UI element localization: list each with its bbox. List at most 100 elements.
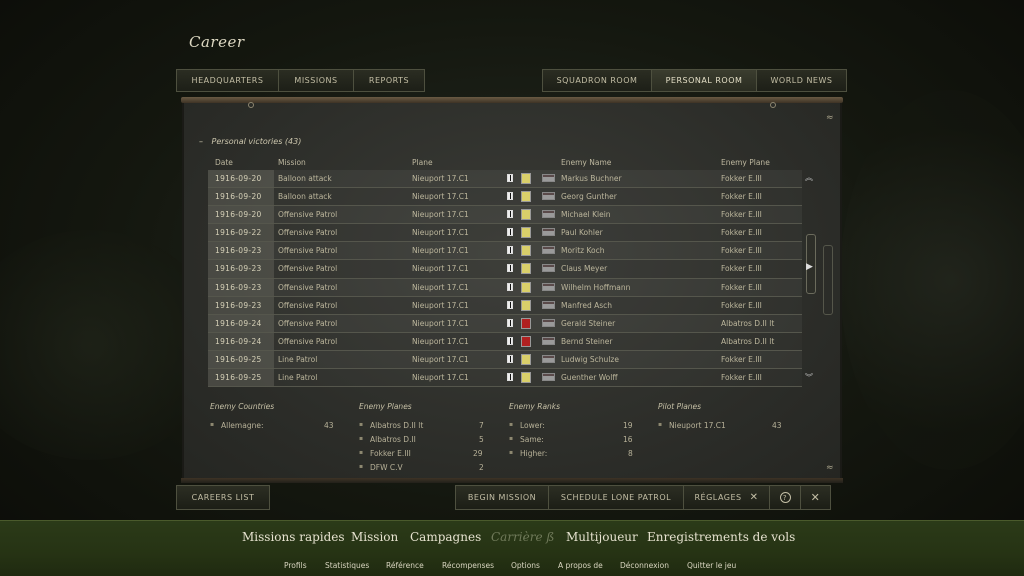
cell-date: 1916-09-24 bbox=[208, 314, 274, 332]
cell-enemy-name: Markus Buchner bbox=[561, 174, 622, 183]
nav-missions-rapides[interactable]: Missions rapides bbox=[242, 530, 345, 544]
victories-table: 1916-09-20 Balloon attack Nieuport 17.C1 Ma… bbox=[208, 170, 802, 388]
cell-plane: Nieuport 17.C1 bbox=[412, 228, 469, 238]
table-row[interactable]: 1916-09-23 Offensive Patrol Nieuport 17.C1… bbox=[208, 242, 802, 261]
cell-date: 1916-09-25 bbox=[208, 369, 274, 387]
table-row[interactable]: 1916-09-24 Offensive Patrol Nieuport 17.C1… bbox=[208, 332, 802, 351]
schedule-lone-patrol-button[interactable]: SCHEDULE LONE PATROL bbox=[548, 485, 684, 510]
column-enemy-plane[interactable]: Enemy Plane bbox=[721, 158, 770, 167]
cell-enemy-name: Guenther Wolff bbox=[561, 373, 618, 383]
close-button[interactable]: ✕ bbox=[800, 485, 831, 510]
cell-plane: Nieuport 17.C1 bbox=[412, 318, 469, 328]
expand-arrow-icon[interactable]: ▶ bbox=[806, 262, 813, 272]
table-row[interactable]: 1916-09-20 Balloon attack Nieuport 17.C1 Ma… bbox=[208, 170, 802, 189]
column-mission[interactable]: Mission bbox=[278, 158, 306, 167]
cell-enemy-plane: Fokker E.III bbox=[721, 192, 762, 202]
subnav-a-propos[interactable]: A propos de bbox=[558, 561, 603, 570]
cell-enemy-plane: Fokker E.III bbox=[721, 300, 762, 310]
scroll-down-icon[interactable]: ︾ bbox=[805, 372, 813, 383]
service-flag-icon bbox=[507, 318, 513, 327]
stats-item: Lower:19 bbox=[509, 421, 635, 435]
settings-button[interactable]: RÉGLAGES ✕ bbox=[683, 485, 770, 510]
stats-enemy-ranks: Enemy Ranks Lower:19 Same:16 Higher:8 bbox=[509, 402, 635, 463]
stats-enemy-planes: Enemy Planes Albatros D.II lt7 Albatros … bbox=[359, 402, 485, 477]
cell-plane: Nieuport 17.C1 bbox=[412, 246, 469, 256]
enemy-flag-icon bbox=[542, 354, 555, 363]
subnav-statistiques[interactable]: Statistiques bbox=[325, 561, 369, 570]
cell-enemy-plane: Fokker E.III bbox=[721, 373, 762, 383]
service-flag-icon bbox=[507, 174, 513, 182]
cell-plane: Nieuport 17.C1 bbox=[412, 373, 469, 383]
tab-headquarters[interactable]: HEADQUARTERS bbox=[176, 69, 279, 92]
tab-squadron-room[interactable]: SQUADRON ROOM bbox=[542, 69, 652, 92]
left-tabs: HEADQUARTERS MISSIONS REPORTS bbox=[176, 69, 425, 92]
cell-enemy-plane: Albatros D.II lt bbox=[721, 336, 775, 346]
table-scrollbar[interactable]: ︽ ︾ bbox=[805, 172, 817, 382]
collapse-up-icon[interactable]: ≈ bbox=[826, 113, 834, 123]
pilot-flag-icon bbox=[521, 372, 531, 384]
stats-item: Albatros D.II lt7 bbox=[359, 421, 485, 435]
help-button[interactable]: ? bbox=[769, 485, 801, 510]
tab-missions[interactable]: MISSIONS bbox=[278, 69, 354, 92]
cell-enemy-name: Wilhelm Hoffmann bbox=[561, 282, 631, 292]
table-row[interactable]: 1916-09-23 Offensive Patrol Nieuport 17.C1… bbox=[208, 296, 802, 315]
cell-plane: Nieuport 17.C1 bbox=[412, 174, 469, 183]
subnav-options[interactable]: Options bbox=[511, 561, 540, 570]
table-row[interactable]: 1916-09-20 Offensive Patrol Nieuport 17.C1… bbox=[208, 206, 802, 225]
tab-world-news[interactable]: WORLD NEWS bbox=[756, 69, 847, 92]
scroll-up-icon[interactable]: ︽ bbox=[805, 172, 813, 183]
cell-plane: Nieuport 17.C1 bbox=[412, 210, 469, 220]
table-row[interactable]: 1916-09-23 Offensive Patrol Nieuport 17.C1… bbox=[208, 260, 802, 279]
service-flag-icon bbox=[507, 228, 513, 237]
nav-campagnes[interactable]: Campagnes bbox=[410, 530, 481, 544]
pilot-flag-icon bbox=[521, 245, 531, 257]
column-enemy-name[interactable]: Enemy Name bbox=[561, 158, 611, 167]
panel-scrollbar[interactable] bbox=[823, 245, 833, 315]
cell-mission: Line Patrol bbox=[278, 354, 318, 364]
cell-enemy-name: Moritz Koch bbox=[561, 246, 605, 256]
cell-mission: Offensive Patrol bbox=[278, 300, 338, 310]
tab-reports[interactable]: REPORTS bbox=[353, 69, 425, 92]
subnav-quitter[interactable]: Quitter le jeu bbox=[687, 561, 736, 570]
tab-personal-room[interactable]: PERSONAL ROOM bbox=[651, 69, 757, 92]
pilot-flag-icon bbox=[521, 317, 531, 329]
service-flag-icon bbox=[507, 354, 513, 363]
table-row[interactable]: 1916-09-20 Balloon attack Nieuport 17.C1 Ge… bbox=[208, 188, 802, 207]
help-icon: ? bbox=[779, 492, 791, 503]
cell-mission: Offensive Patrol bbox=[278, 264, 338, 274]
cell-enemy-name: Georg Gunther bbox=[561, 192, 617, 202]
table-row[interactable]: 1916-09-23 Offensive Patrol Nieuport 17.C1… bbox=[208, 278, 802, 297]
stats-pilot-planes: Pilot Planes Nieuport 17.C143 bbox=[658, 402, 788, 435]
cell-date: 1916-09-20 bbox=[208, 170, 274, 188]
column-date[interactable]: Date bbox=[215, 158, 233, 167]
stats-title: Enemy Ranks bbox=[509, 402, 561, 411]
table-row[interactable]: 1916-09-24 Offensive Patrol Nieuport 17.C1… bbox=[208, 314, 802, 333]
nav-mission[interactable]: Mission bbox=[351, 530, 398, 544]
cell-enemy-name: Gerald Steiner bbox=[561, 318, 616, 328]
cell-mission: Offensive Patrol bbox=[278, 282, 338, 292]
collapse-down-icon[interactable]: ≈ bbox=[826, 463, 834, 473]
right-button-bar: BEGIN MISSION SCHEDULE LONE PATROL RÉGLA… bbox=[455, 485, 831, 510]
subnav-recompenses[interactable]: Récompenses bbox=[442, 561, 494, 570]
service-flag-icon bbox=[507, 282, 513, 291]
column-plane[interactable]: Plane bbox=[412, 158, 433, 167]
begin-mission-button[interactable]: BEGIN MISSION bbox=[455, 485, 549, 510]
careers-list-button[interactable]: CAREERS LIST bbox=[176, 485, 270, 510]
subnav-deconnexion[interactable]: Déconnexion bbox=[620, 561, 669, 570]
enemy-flag-icon bbox=[542, 228, 555, 237]
service-flag-icon bbox=[507, 192, 513, 201]
nav-enregistrements[interactable]: Enregistrements de vols bbox=[647, 530, 795, 544]
cell-date: 1916-09-23 bbox=[208, 278, 274, 296]
table-row[interactable]: 1916-09-25 Line Patrol Nieuport 17.C1 Guent… bbox=[208, 369, 802, 388]
enemy-flag-icon bbox=[542, 373, 555, 382]
subnav-reference[interactable]: Référence bbox=[386, 561, 424, 570]
table-row[interactable]: 1916-09-25 Line Patrol Nieuport 17.C1 Ludwi… bbox=[208, 350, 802, 370]
subnav-profils[interactable]: Profils bbox=[284, 561, 307, 570]
section-header[interactable]: – Personal victories (43) bbox=[199, 137, 301, 146]
table-row[interactable]: 1916-09-22 Offensive Patrol Nieuport 17.C1… bbox=[208, 224, 802, 243]
right-tabs: SQUADRON ROOM PERSONAL ROOM WORLD NEWS bbox=[542, 69, 847, 92]
nav-multijoueur[interactable]: Multijoueur bbox=[566, 530, 638, 544]
enemy-flag-icon bbox=[542, 282, 555, 291]
cell-mission: Line Patrol bbox=[278, 373, 318, 383]
stats-item: Albatros D.II5 bbox=[359, 435, 485, 449]
